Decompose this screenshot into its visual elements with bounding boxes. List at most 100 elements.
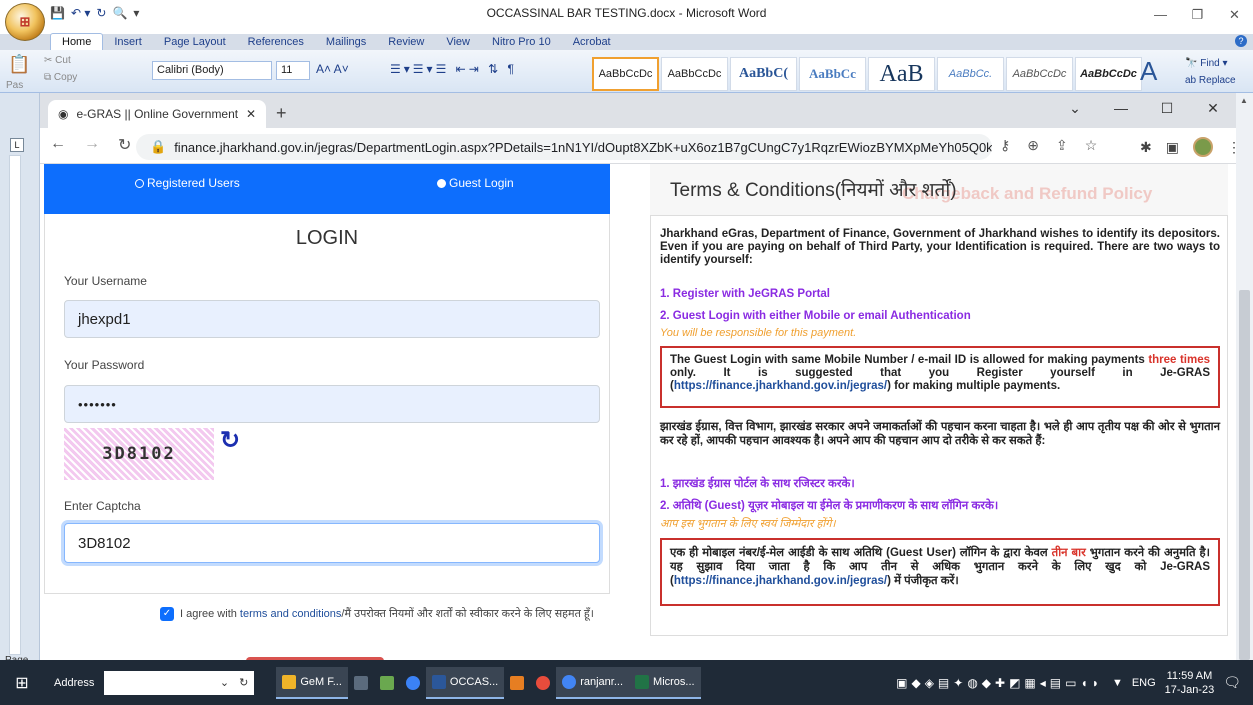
- style-subtitle[interactable]: AaBbCc.: [937, 57, 1004, 91]
- terms-link[interactable]: terms and conditions: [240, 608, 342, 620]
- paste-label[interactable]: Pas: [6, 80, 23, 91]
- radio-filled-icon: [437, 178, 446, 188]
- change-styles-icon[interactable]: A: [1140, 56, 1157, 87]
- paste-icon[interactable]: 📋: [8, 54, 30, 75]
- lock-icon[interactable]: 🔒: [150, 139, 166, 155]
- style-emphasis[interactable]: AaBbCcDc: [1075, 57, 1142, 91]
- windows-start-icon[interactable]: ⊞: [0, 673, 44, 693]
- terms-hi-warning-box: एक ही मोबाइल नंबर/ई-मेल आईडी के साथ अतिथ…: [660, 538, 1220, 606]
- find-button[interactable]: 🔭 Find ▾: [1185, 55, 1236, 72]
- taskbar-item-excel[interactable]: Micros...: [629, 666, 701, 699]
- scroll-up-icon[interactable]: ▲: [1240, 96, 1248, 105]
- terms-en-responsibility: You will be responsible for this payment…: [660, 327, 857, 339]
- address-bar[interactable]: 🔒 finance.jharkhand.gov.in/jegras/Depart…: [136, 134, 992, 160]
- chrome-maximize-icon[interactable]: ☐: [1144, 93, 1190, 123]
- back-icon[interactable]: ←: [50, 135, 66, 155]
- radio-registered-users[interactable]: Registered Users: [135, 176, 240, 190]
- cut-button[interactable]: ✂ Cut: [44, 55, 71, 66]
- tab-references[interactable]: References: [237, 34, 315, 50]
- windows-taskbar: ⊞ Address ⌄ ↻ GeM F... OCCAS... ranjanr..…: [0, 660, 1253, 705]
- address-go-icon[interactable]: ↻: [239, 676, 248, 689]
- tray-icons[interactable]: ▣◆◈▤✦◍◆✚◩▦◂▤▭◖◗: [896, 676, 1103, 690]
- new-tab-icon[interactable]: +: [276, 103, 287, 124]
- cut-label: Cut: [55, 55, 71, 66]
- password-input[interactable]: •••••••: [64, 385, 600, 423]
- style-no-spacing[interactable]: AaBbCcDc: [661, 57, 728, 91]
- bookmark-star-icon[interactable]: ☆: [1085, 137, 1098, 154]
- style-normal[interactable]: AaBbCcDc: [592, 57, 659, 91]
- tab-nitro[interactable]: Nitro Pro 10: [481, 34, 562, 50]
- close-icon[interactable]: ✕: [1216, 0, 1253, 30]
- tab-search-icon[interactable]: ⌄: [1052, 93, 1098, 123]
- paragraph-tools[interactable]: ☰▾☰▾☰ ⇤⇥ ⇅ ¶: [390, 62, 517, 76]
- zoom-icon[interactable]: ⊕: [1027, 137, 1039, 154]
- word-scrollbar-thumb[interactable]: [1239, 290, 1250, 660]
- taskbar-pinned-3[interactable]: [400, 667, 426, 699]
- taskbar-item-word[interactable]: OCCAS...: [425, 666, 505, 699]
- captcha-input[interactable]: 3D8102: [64, 523, 600, 563]
- grow-font-icon[interactable]: A˄ A˅: [316, 62, 349, 76]
- taskbar-item-chrome[interactable]: ranjanr...: [556, 666, 630, 699]
- hi-box-highlight: तीन बार: [1051, 547, 1086, 559]
- login-title: LOGIN: [295, 227, 359, 249]
- language-indicator[interactable]: ENG: [1132, 677, 1156, 689]
- style-heading2[interactable]: AaBbCc: [799, 57, 866, 91]
- radio-registered-label: Registered Users: [147, 176, 240, 190]
- ruler-toggle-icon[interactable]: L: [10, 138, 24, 152]
- taskbar-address-input[interactable]: ⌄ ↻: [104, 670, 255, 695]
- chrome-close-icon[interactable]: ✕: [1190, 93, 1236, 123]
- password-label: Your Password: [64, 358, 145, 372]
- copy-button[interactable]: ⧉ Copy: [44, 72, 77, 83]
- address-dropdown-icon[interactable]: ⌄: [220, 676, 229, 689]
- font-name-select[interactable]: Calibri (Body): [152, 61, 272, 80]
- profile-avatar[interactable]: [1192, 137, 1213, 157]
- minimize-icon[interactable]: —: [1142, 0, 1179, 30]
- chrome-menu-icon[interactable]: ⋮: [1227, 139, 1236, 156]
- style-subtle-emphasis[interactable]: AaBbCcDc: [1006, 57, 1073, 91]
- tab-page-layout[interactable]: Page Layout: [153, 34, 237, 50]
- chrome-minimize-icon[interactable]: —: [1098, 93, 1144, 123]
- taskbar-pinned-5[interactable]: [530, 667, 556, 699]
- agree-checkbox[interactable]: ✓: [160, 606, 174, 621]
- side-panel-icon[interactable]: ▣: [1166, 139, 1179, 156]
- tab-insert[interactable]: Insert: [103, 34, 153, 50]
- tab-home[interactable]: Home: [50, 33, 104, 50]
- wifi-icon[interactable]: ▼: [1112, 677, 1123, 689]
- taskbar-pinned-1[interactable]: [348, 667, 374, 699]
- terms-en-option2: 2. Guest Login with either Mobile or ema…: [660, 310, 971, 322]
- terms-hi-intro: झारखंड ईग्रास, वित्त विभाग, झारखंड सरकार…: [660, 421, 1220, 447]
- restore-icon[interactable]: ❐: [1179, 0, 1216, 30]
- tab-review[interactable]: Review: [377, 34, 435, 50]
- editing-group: 🔭 Find ▾ ab Replace: [1185, 55, 1236, 89]
- taskbar-pinned-2[interactable]: [374, 667, 400, 699]
- forward-icon[interactable]: →: [84, 135, 100, 155]
- ribbon-tabs: Home Insert Page Layout References Maili…: [50, 33, 622, 50]
- tab-close-icon[interactable]: ✕: [246, 107, 256, 121]
- style-heading1[interactable]: AaBbC(: [730, 57, 797, 91]
- key-icon[interactable]: ⚷: [1000, 137, 1010, 154]
- username-input[interactable]: jhexpd1: [64, 300, 600, 338]
- share-icon[interactable]: ⇪: [1056, 137, 1068, 154]
- extensions-puzzle-icon[interactable]: ✱: [1140, 139, 1152, 156]
- refresh-captcha-icon[interactable]: ↻: [220, 426, 240, 455]
- browser-tab[interactable]: ◉ e-GRAS || Online Government Re ✕: [48, 100, 266, 128]
- radio-guest-login[interactable]: Guest Login: [437, 176, 514, 190]
- office-button[interactable]: ⊞: [5, 3, 45, 41]
- clock[interactable]: 11:59 AM 17-Jan-23: [1165, 669, 1215, 697]
- taskbar-pinned-4[interactable]: [504, 667, 530, 699]
- tab-acrobat[interactable]: Acrobat: [562, 34, 622, 50]
- replace-button[interactable]: ab Replace: [1185, 72, 1236, 89]
- tab-view[interactable]: View: [435, 34, 481, 50]
- notification-icon[interactable]: 🗨: [1223, 674, 1241, 691]
- font-size-select[interactable]: 11: [276, 61, 310, 80]
- vlc-icon: [510, 675, 525, 690]
- tab-mailings[interactable]: Mailings: [315, 34, 377, 50]
- find-label: Find: [1200, 58, 1220, 69]
- taskbar-item-gem[interactable]: GeM F...: [276, 666, 348, 699]
- help-icon[interactable]: ?: [1235, 35, 1247, 47]
- style-title[interactable]: AaB: [868, 57, 935, 91]
- hi-box-link[interactable]: https://finance.jharkhand.gov.in/jegras/: [674, 575, 887, 587]
- reload-icon[interactable]: ↻: [118, 135, 131, 155]
- en-box-link[interactable]: https://finance.jharkhand.gov.in/jegras/: [674, 380, 887, 392]
- clock-date: 17-Jan-23: [1164, 683, 1215, 696]
